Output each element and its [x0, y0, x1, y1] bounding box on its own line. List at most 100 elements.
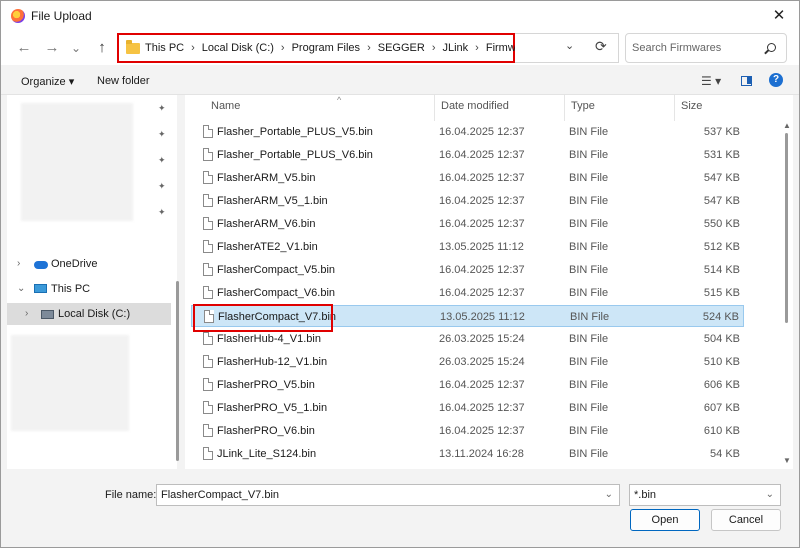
column-name-label: Name: [211, 100, 241, 112]
chevron-down-icon[interactable]: ⌄: [605, 485, 613, 505]
file-name-field[interactable]: FlasherCompact_V7.bin ⌄: [156, 484, 620, 506]
crumb-jlink[interactable]: JLink: [442, 42, 468, 54]
file-date: 16.04.2025 12:37: [439, 195, 525, 207]
file-size: 606 KB: [703, 379, 740, 391]
sidebar-scrollbar[interactable]: [176, 281, 179, 461]
table-row[interactable]: FlasherARM_V5.bin 16.04.2025 12:37 BIN Fil…: [191, 167, 744, 189]
file-date: 26.03.2025 15:24: [439, 356, 525, 368]
file-date: 13.05.2025 11:12: [440, 311, 525, 323]
table-row[interactable]: FlasherHub-12_V1.bin 26.03.2025 15:24 BIN …: [191, 351, 744, 373]
table-row[interactable]: JLink_Lite_S124.bin 13.11.2024 16:28 BIN F…: [191, 443, 744, 465]
computer-icon: [34, 284, 47, 293]
file-icon: [203, 125, 213, 138]
back-button[interactable]: ←: [15, 39, 33, 57]
preview-pane-icon[interactable]: [741, 76, 752, 86]
table-row[interactable]: FlasherCompact_V6.bin 16.04.2025 12:37 BIN…: [191, 282, 744, 304]
chevron-right-icon: ›: [431, 42, 436, 54]
file-size: 610 KB: [703, 425, 740, 437]
column-header-name[interactable]: Name ^: [205, 95, 435, 121]
file-date: 16.04.2025 12:37: [439, 425, 525, 437]
file-icon: [203, 378, 213, 391]
file-type: BIN File: [570, 311, 610, 323]
new-folder-button[interactable]: New folder: [97, 75, 150, 87]
table-row[interactable]: Flasher_Portable_PLUS_V5.bin 16.04.2025 1…: [191, 121, 744, 143]
file-date: 16.04.2025 12:37: [439, 218, 525, 230]
organize-button[interactable]: Organize ▾: [21, 75, 74, 88]
file-upload-dialog: File Upload ✕ ← → ⌄ ↑ This PC › Local Di…: [0, 0, 800, 548]
crumb-segger[interactable]: SEGGER: [378, 42, 425, 54]
crumb-this-pc[interactable]: This PC: [145, 42, 184, 54]
file-name: Flasher_Portable_PLUS_V5.bin: [217, 126, 373, 138]
table-row[interactable]: FlasherARM_V6.bin 16.04.2025 12:37 BIN Fil…: [191, 213, 744, 235]
sidebar-item-label: OneDrive: [51, 258, 98, 270]
close-button[interactable]: ✕: [767, 5, 791, 27]
table-row[interactable]: FlasherPRO_V5.bin 16.04.2025 12:37 BIN Fil…: [191, 374, 744, 396]
scroll-down-icon[interactable]: ▼: [783, 456, 791, 465]
command-bar: Organize ▾ New folder ☰ ▾ ?: [1, 67, 799, 95]
column-header-type[interactable]: Type: [565, 95, 675, 121]
chevron-right-icon[interactable]: ›: [17, 253, 20, 275]
scroll-up-icon[interactable]: ▲: [783, 121, 791, 130]
file-name: FlasherATE2_V1.bin: [217, 241, 318, 253]
file-list-scrollbar[interactable]: ▲ ▼: [783, 121, 791, 465]
sidebar-item-onedrive[interactable]: › OneDrive: [7, 253, 171, 275]
table-row[interactable]: FlasherPRO_V6.bin 16.04.2025 12:37 BIN Fil…: [191, 420, 744, 442]
cancel-button[interactable]: Cancel: [711, 509, 781, 531]
navigation-pane: ✦ ✦ ✦ ✦ ✦ › OneDrive ⌄ This PC › Local D…: [7, 95, 177, 469]
file-icon: [203, 355, 213, 368]
crumb-local-disk[interactable]: Local Disk (C:): [202, 42, 274, 54]
table-row[interactable]: FlasherATE2_V1.bin 13.05.2025 11:12 BIN Fi…: [191, 236, 744, 258]
file-size: 514 KB: [703, 264, 740, 276]
file-icon: [203, 171, 213, 184]
file-size: 512 KB: [703, 241, 740, 253]
file-size: 550 KB: [703, 218, 740, 230]
file-type-select[interactable]: *.bin ⌄: [629, 484, 781, 506]
column-header-size[interactable]: Size: [675, 95, 755, 121]
table-row[interactable]: Flasher_Portable_PLUS_V6.bin 16.04.2025 1…: [191, 144, 744, 166]
column-header-date[interactable]: Date modified: [435, 95, 565, 121]
pin-icon[interactable]: ✦: [158, 207, 166, 218]
file-name-value[interactable]: FlasherCompact_V7.bin: [161, 489, 279, 501]
file-date: 16.04.2025 12:37: [439, 172, 525, 184]
file-name: FlasherPRO_V6.bin: [217, 425, 315, 437]
table-row[interactable]: FlasherPRO_V5_1.bin 16.04.2025 12:37 BIN F…: [191, 397, 744, 419]
search-icon[interactable]: [767, 43, 776, 52]
file-date: 16.04.2025 12:37: [439, 149, 525, 161]
pin-icon[interactable]: ✦: [158, 129, 166, 140]
file-name: FlasherCompact_V5.bin: [217, 264, 336, 276]
view-options-button[interactable]: ☰ ▾: [701, 74, 721, 88]
search-input[interactable]: Search Firmwares: [632, 42, 721, 54]
refresh-icon[interactable]: ⟳: [595, 38, 607, 55]
forward-button[interactable]: →: [43, 39, 61, 57]
chevron-down-icon[interactable]: ⌄: [766, 485, 774, 505]
address-dropdown-icon[interactable]: ⌄: [565, 39, 574, 52]
file-type: BIN File: [569, 264, 609, 276]
chevron-right-icon[interactable]: ›: [25, 303, 28, 325]
file-type: BIN File: [569, 126, 609, 138]
file-name: FlasherHub-12_V1.bin: [217, 356, 328, 368]
up-button[interactable]: ↑: [93, 39, 111, 57]
scroll-thumb[interactable]: [785, 133, 788, 323]
open-button[interactable]: Open: [630, 509, 700, 531]
search-box[interactable]: Search Firmwares: [625, 33, 787, 63]
help-icon[interactable]: ?: [769, 73, 783, 87]
pin-icon[interactable]: ✦: [158, 103, 166, 114]
pin-icon[interactable]: ✦: [158, 181, 166, 192]
table-row[interactable]: FlasherARM_V5_1.bin 16.04.2025 12:37 BIN F…: [191, 190, 744, 212]
chevron-down-icon[interactable]: ⌄: [17, 278, 25, 300]
crumb-program-files[interactable]: Program Files: [292, 42, 360, 54]
file-icon: [203, 286, 213, 299]
sidebar-item-this-pc[interactable]: ⌄ This PC: [7, 278, 171, 300]
table-row[interactable]: FlasherCompact_V5.bin 16.04.2025 12:37 BIN…: [191, 259, 744, 281]
file-type: BIN File: [569, 218, 609, 230]
sidebar-item-local-disk[interactable]: › Local Disk (C:): [7, 303, 171, 325]
file-type: BIN File: [569, 287, 609, 299]
sort-ascending-icon: ^: [337, 95, 342, 105]
file-date: 16.04.2025 12:37: [439, 264, 525, 276]
file-type: BIN File: [569, 379, 609, 391]
file-name: FlasherPRO_V5.bin: [217, 379, 315, 391]
file-size: 504 KB: [703, 333, 740, 345]
recent-locations-button[interactable]: ⌄: [67, 39, 85, 57]
pin-icon[interactable]: ✦: [158, 155, 166, 166]
address-bar[interactable]: This PC › Local Disk (C:) › Program File…: [117, 33, 537, 63]
